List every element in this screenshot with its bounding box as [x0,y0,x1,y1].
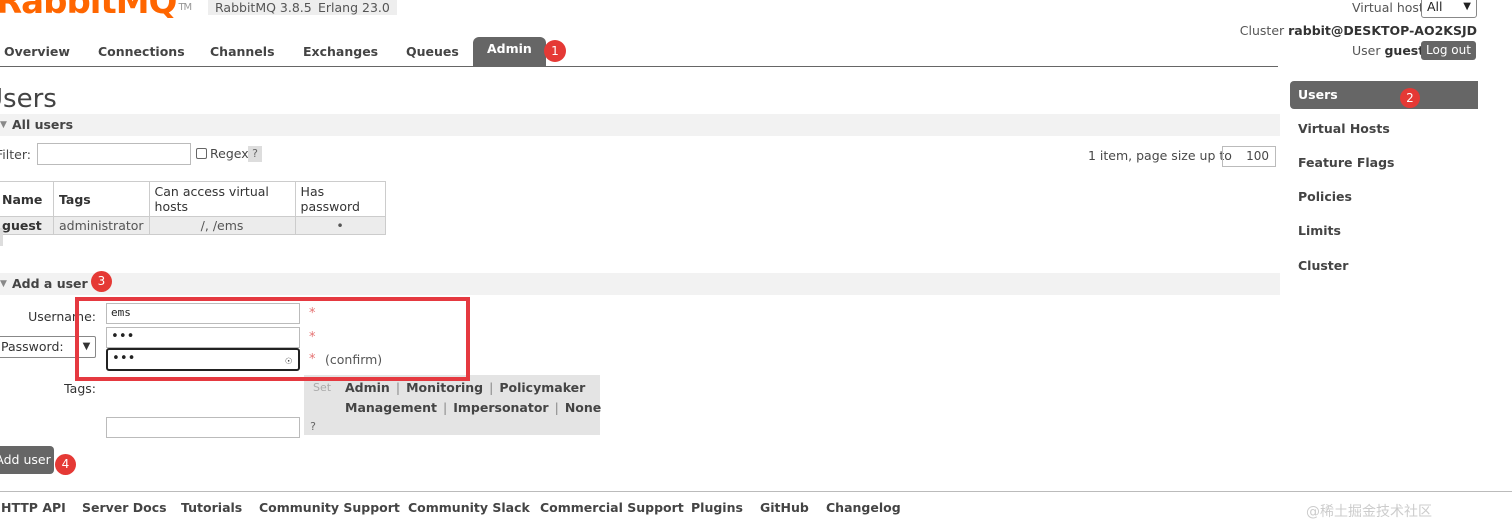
regex-help-icon[interactable]: ? [248,146,262,162]
sidebar-item-cluster[interactable]: Cluster [1290,252,1478,280]
tag-option-management[interactable]: Management [345,400,437,415]
tab-connections[interactable]: Connections [98,40,185,66]
sidebar-item-policies[interactable]: Policies [1290,183,1478,211]
logout-button[interactable]: Log out [1421,41,1476,60]
cluster-name: rabbit@DESKTOP-AO2KSJD [1288,23,1477,38]
watermark: @稀土掘金技术社区 [1306,504,1432,520]
footer-link-community-support[interactable]: Community Support [259,500,400,515]
highlight-box [75,297,470,381]
current-user-info: User guest [1352,43,1425,58]
column-header-tags[interactable]: Tags [53,181,150,217]
footer-link-github[interactable]: GitHub [760,500,809,515]
collapse-triangle-icon: ▼ [0,120,7,130]
tags-set-label: Set [313,381,332,394]
tag-option-none[interactable]: None [565,400,601,415]
tag-option-admin[interactable]: Admin [345,380,390,395]
filter-input[interactable] [37,143,191,165]
footer-divider [0,491,1512,492]
footer-link-server-docs[interactable]: Server Docs [82,500,167,515]
pagination-info: 1 item, page size up to [1088,148,1232,163]
tab-queues[interactable]: Queues [406,40,459,66]
table-row[interactable]: guest administrator /, /ems • [0,216,386,235]
table-scroll-handle [0,228,3,246]
tags-label: Tags: [64,381,96,396]
user-tags-cell: administrator [53,216,150,235]
tags-input[interactable] [106,417,300,438]
tag-presets: Set Admin | Monitoring | Policymaker Managem… [304,375,601,435]
filter-label: Filter: [0,147,31,162]
footer-link-http-api[interactable]: HTTP API [1,500,66,515]
rabbitmq-logo[interactable]: RabbitMQ TM [0,0,192,22]
rabbitmq-version-badge: RabbitMQ 3.8.5 [208,0,319,15]
sidebar-item-virtual-hosts[interactable]: Virtual Hosts [1290,115,1478,143]
page-title: Users [0,84,57,114]
tag-option-policymaker[interactable]: Policymaker [499,380,585,395]
tab-channels[interactable]: Channels [210,40,275,66]
regex-checkbox[interactable] [196,148,207,159]
column-header-name[interactable]: Name [0,181,54,217]
tab-exchanges[interactable]: Exchanges [303,40,378,66]
tab-overview[interactable]: Overview [4,40,70,66]
user-has-password-cell: • [294,216,386,235]
tab-divider [0,66,1278,67]
tag-option-monitoring[interactable]: Monitoring [406,380,483,395]
user-name-cell[interactable]: guest [0,216,54,235]
all-users-section-header[interactable]: ▼ All users [0,114,1280,136]
annotation-marker-3: 3 [91,271,112,292]
annotation-marker-4: 4 [55,454,76,475]
footer-link-community-slack[interactable]: Community Slack [408,500,530,515]
add-user-button[interactable]: Add user [0,446,54,474]
tags-help-icon[interactable]: ? [306,419,320,435]
cluster-info: Cluster rabbit@DESKTOP-AO2KSJD [1239,23,1477,38]
add-user-section-header[interactable]: ▼ Add a user [0,273,1280,295]
column-header-has-password[interactable]: Has password [294,181,386,217]
chevron-down-icon: ▼ [1463,1,1471,12]
sidebar-item-limits[interactable]: Limits [1290,217,1478,245]
footer-link-commercial-support[interactable]: Commercial Support [540,500,684,515]
column-header-vhosts[interactable]: Can access virtual hosts [148,181,296,217]
footer-link-plugins[interactable]: Plugins [691,500,743,515]
annotation-marker-1: 1 [544,40,566,62]
erlang-version-badge: Erlang 23.0 [311,0,397,15]
current-user-name: guest [1384,43,1425,58]
tag-option-impersonator[interactable]: Impersonator [453,400,548,415]
footer-link-changelog[interactable]: Changelog [826,500,901,515]
sidebar-item-feature-flags[interactable]: Feature Flags [1290,149,1478,177]
page-size-input[interactable]: 100 [1222,146,1276,167]
annotation-marker-2: 2 [1400,88,1420,108]
sidebar-item-users[interactable]: Users [1290,81,1478,109]
virtual-host-select[interactable]: All ▼ [1421,0,1477,18]
virtual-host-label: Virtual host [1352,0,1424,15]
footer-link-tutorials[interactable]: Tutorials [181,500,242,515]
logo-trademark: TM [178,2,192,13]
regex-label: Regex [210,146,249,161]
collapse-triangle-icon: ▼ [0,279,7,289]
user-vhosts-cell: /, /ems [148,216,296,235]
tab-admin[interactable]: Admin [473,37,546,66]
users-table: Name Tags Can access virtual hosts Has p… [0,181,386,235]
